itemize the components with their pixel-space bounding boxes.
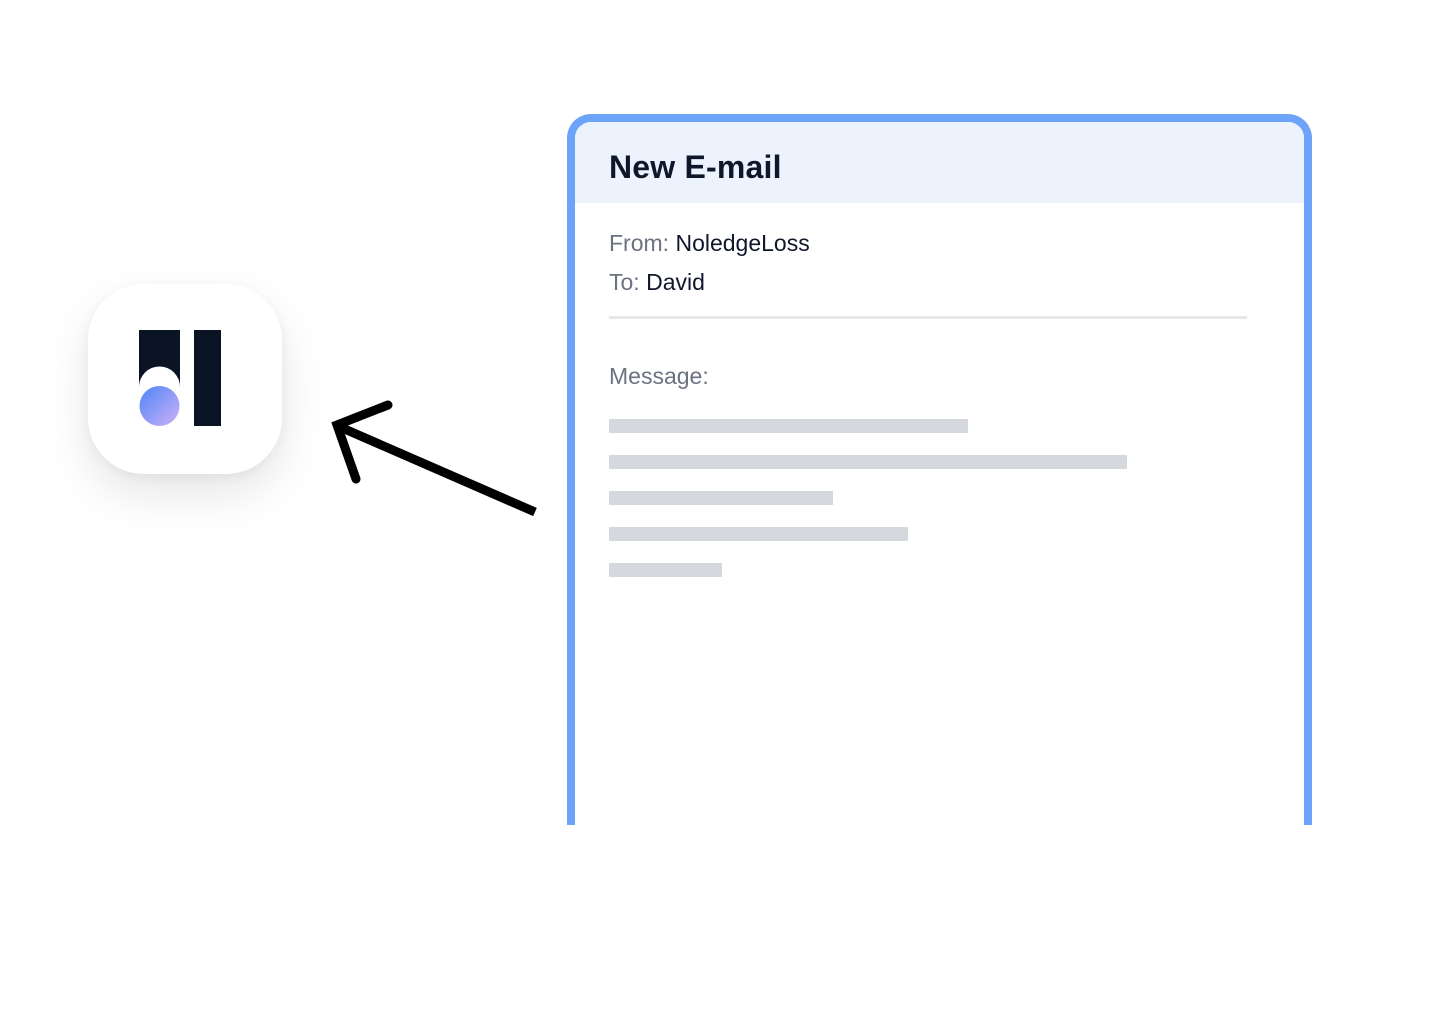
to-row: To: David	[609, 263, 1247, 302]
to-label: To:	[609, 269, 640, 295]
message-placeholder-line	[609, 455, 1127, 469]
noledgeloss-logo-icon	[139, 330, 221, 426]
message-body[interactable]	[609, 419, 1247, 577]
to-field[interactable]: David	[646, 269, 705, 295]
from-field[interactable]: NoledgeLoss	[675, 230, 809, 256]
email-body: From: NoledgeLoss To: David Message:	[575, 224, 1304, 577]
email-compose-window: New E-mail From: NoledgeLoss To: David M…	[567, 114, 1312, 825]
header-divider	[609, 316, 1247, 319]
from-row: From: NoledgeLoss	[609, 224, 1247, 263]
from-label: From:	[609, 230, 670, 256]
message-placeholder-line	[609, 419, 968, 433]
message-placeholder-line	[609, 491, 833, 505]
email-title: New E-mail	[609, 149, 782, 185]
message-placeholder-line	[609, 527, 908, 541]
canvas: New E-mail From: NoledgeLoss To: David M…	[0, 0, 1440, 1024]
email-header: New E-mail	[575, 122, 1304, 203]
message-label: Message:	[609, 363, 709, 389]
app-icon-tile[interactable]	[88, 284, 282, 474]
message-placeholder-line	[609, 563, 722, 577]
